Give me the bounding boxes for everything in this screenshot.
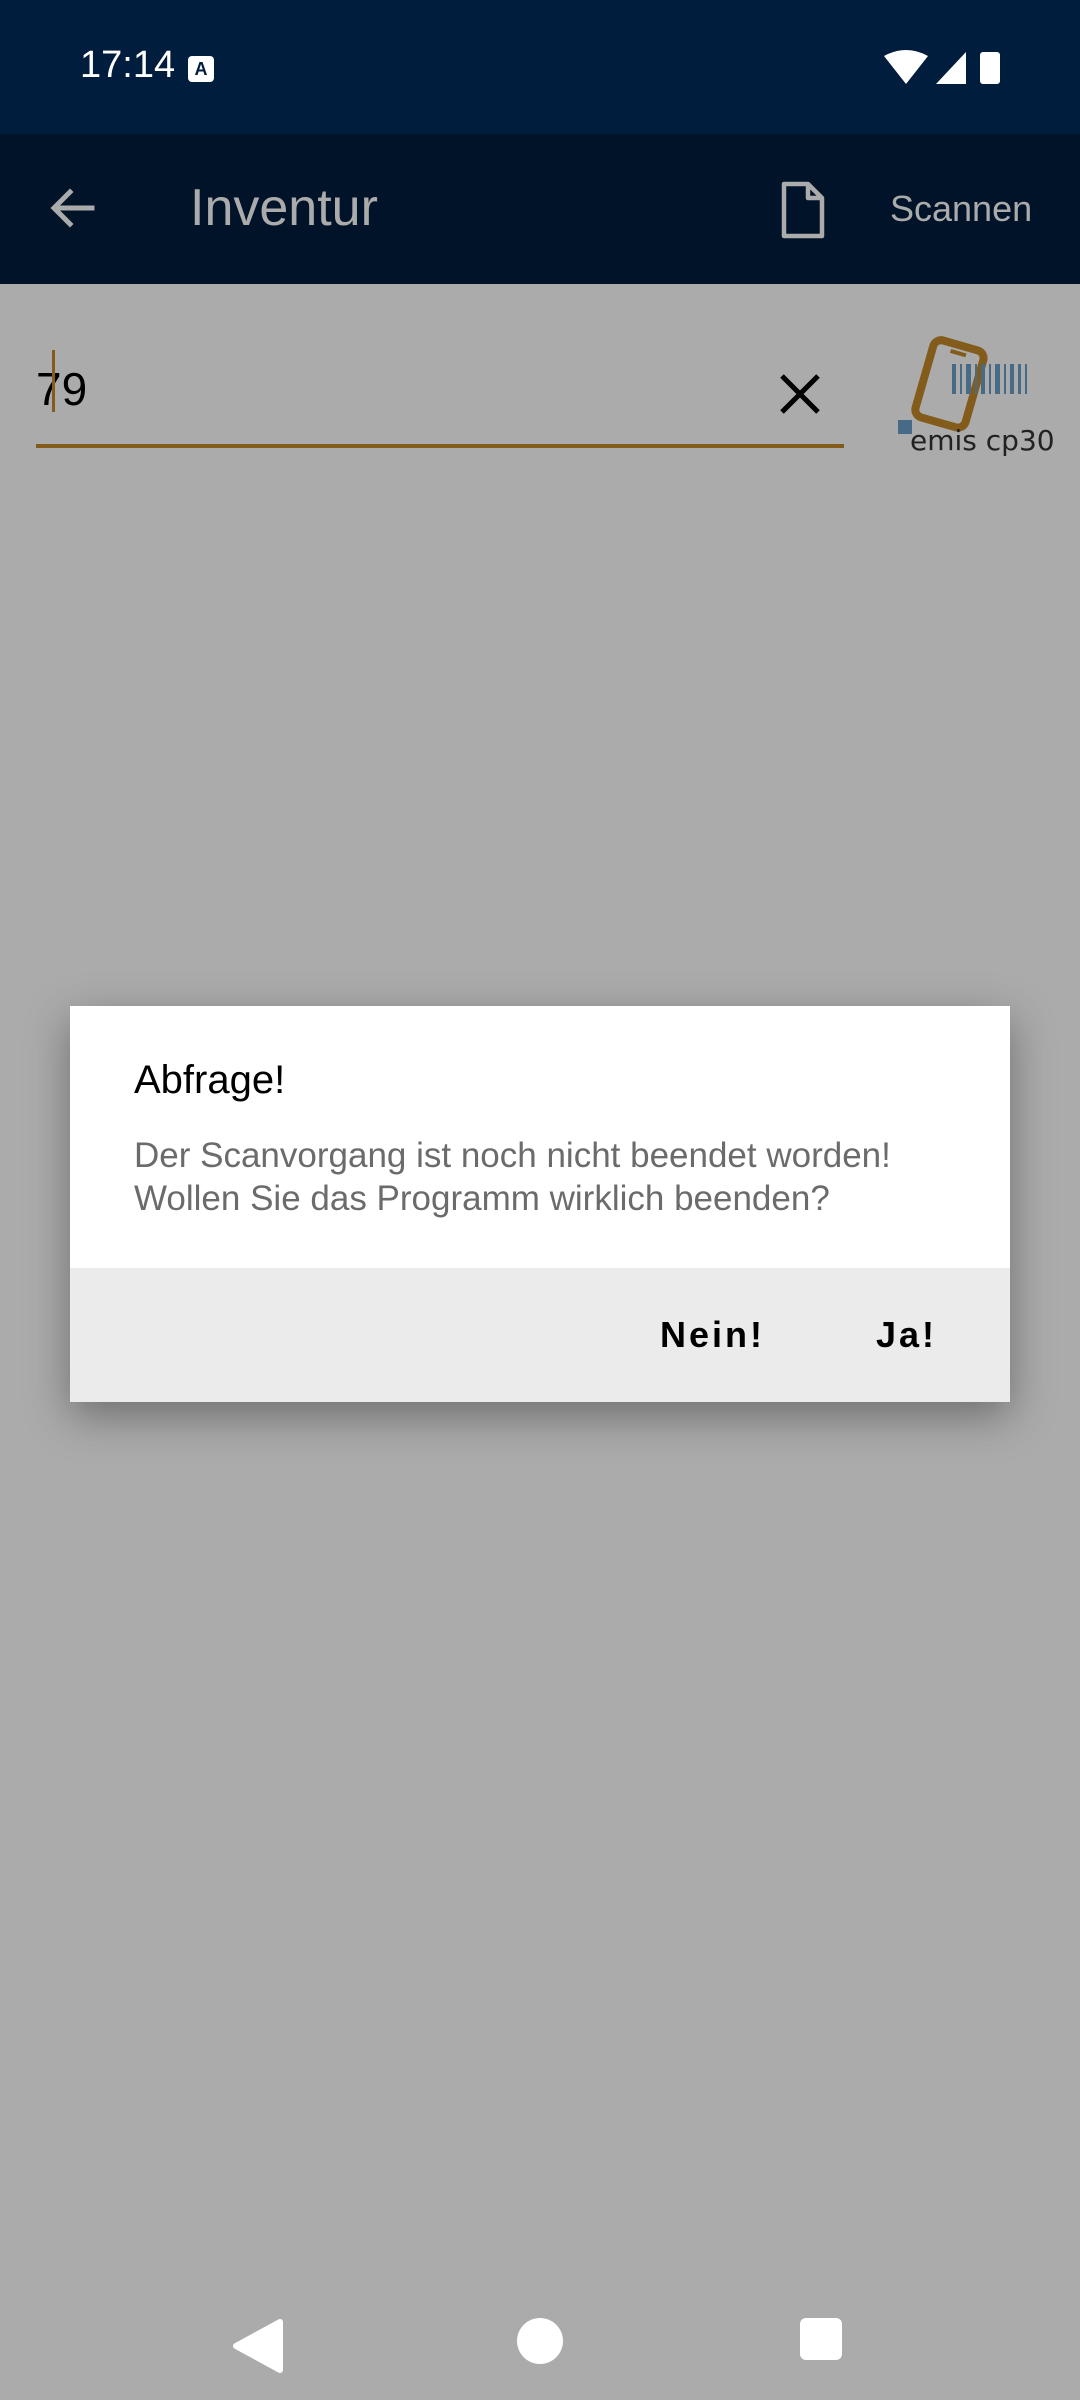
status-icons [884, 50, 1000, 84]
recents-square-icon[interactable] [800, 2318, 842, 2360]
home-circle-icon[interactable] [517, 2318, 563, 2364]
confirm-button[interactable]: Ja! [876, 1314, 937, 1356]
notification-a-icon: A [188, 56, 214, 82]
screen: 17:14 A Inventur Scannen 79 emis cp30 Ab… [0, 0, 1080, 2400]
status-bar: 17:14 A [0, 0, 1080, 134]
navigation-bar [0, 2290, 1080, 2400]
back-triangle-icon[interactable] [232, 2318, 284, 2374]
battery-icon [980, 52, 1000, 84]
cancel-button[interactable]: Nein! [660, 1314, 765, 1356]
wifi-icon [884, 50, 928, 84]
dialog-actions: Nein! Ja! [70, 1268, 1010, 1402]
dialog-title: Abfrage! [134, 1058, 286, 1102]
status-time: 17:14 [80, 44, 176, 86]
signal-icon [936, 52, 966, 84]
confirm-dialog: Abfrage! Der Scanvorgang ist noch nicht … [70, 1006, 1010, 1402]
dialog-message: Der Scanvorgang ist noch nicht beendet w… [134, 1136, 891, 1218]
